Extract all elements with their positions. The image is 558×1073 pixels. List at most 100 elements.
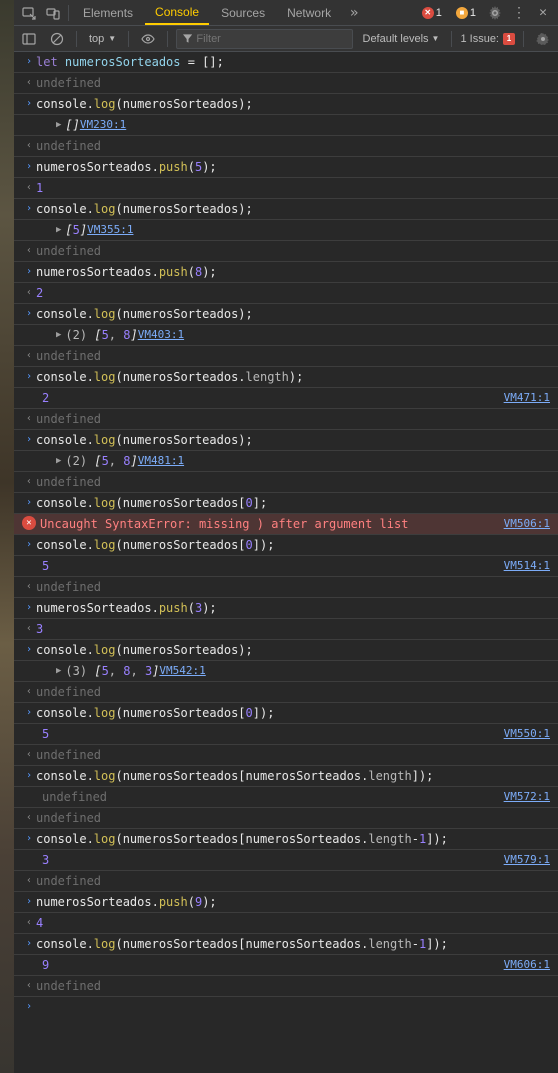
tab-elements[interactable]: Elements bbox=[73, 2, 143, 24]
console-row[interactable]: undefined bbox=[14, 409, 558, 430]
source-link[interactable]: VM542:1 bbox=[159, 663, 209, 679]
console-row[interactable]: undefined bbox=[14, 136, 558, 157]
console-row[interactable]: numerosSorteados.push(3); bbox=[14, 598, 558, 619]
log-value: 9 bbox=[36, 957, 504, 973]
console-row[interactable]: 2 bbox=[14, 283, 558, 304]
console-row[interactable]: 3VM579:1 bbox=[14, 850, 558, 871]
console-row[interactable]: 4 bbox=[14, 913, 558, 934]
more-tabs-icon[interactable]: » bbox=[343, 2, 365, 24]
console-row[interactable]: undefined bbox=[14, 346, 558, 367]
clear-console-icon[interactable] bbox=[46, 28, 68, 50]
inspect-icon[interactable] bbox=[18, 2, 40, 24]
log-code: console.log(numerosSorteados); bbox=[36, 432, 554, 448]
input-arrow-icon bbox=[22, 264, 36, 280]
console-row[interactable]: ▶(2) [5, 8]VM481:1 bbox=[14, 451, 558, 472]
console-row[interactable]: console.log(numerosSorteados.length); bbox=[14, 367, 558, 388]
output-arrow-icon bbox=[22, 621, 36, 637]
input-arrow-icon bbox=[22, 642, 36, 658]
source-link[interactable]: VM355:1 bbox=[87, 222, 137, 238]
tab-sources[interactable]: Sources bbox=[211, 2, 275, 24]
console-row[interactable]: ▶(2) [5, 8]VM403:1 bbox=[14, 325, 558, 346]
close-devtools-icon[interactable]: ✕ bbox=[532, 2, 554, 24]
expand-triangle-icon[interactable]: ▶ bbox=[56, 327, 61, 343]
source-link[interactable]: VM514:1 bbox=[504, 558, 554, 574]
console-row[interactable]: console.log(numerosSorteados[0]); bbox=[14, 535, 558, 556]
input-arrow-icon bbox=[22, 705, 36, 721]
console-row[interactable]: undefined bbox=[14, 577, 558, 598]
log-levels-selector[interactable]: Default levels ▼ bbox=[359, 33, 444, 45]
tab-console[interactable]: Console bbox=[145, 1, 209, 25]
expand-triangle-icon[interactable]: ▶ bbox=[56, 222, 61, 238]
sidebar-toggle-icon[interactable] bbox=[18, 28, 40, 50]
output-arrow-icon bbox=[22, 684, 36, 700]
input-arrow-icon bbox=[22, 537, 36, 553]
expand-triangle-icon[interactable]: ▶ bbox=[56, 117, 61, 133]
console-row[interactable]: numerosSorteados.push(8); bbox=[14, 262, 558, 283]
console-row[interactable]: undefined bbox=[14, 871, 558, 892]
console-row[interactable]: console.log(numerosSorteados[numerosSort… bbox=[14, 766, 558, 787]
settings-icon[interactable] bbox=[532, 28, 554, 50]
console-row[interactable]: numerosSorteados.push(9); bbox=[14, 892, 558, 913]
console-row[interactable]: 2VM471:1 bbox=[14, 388, 558, 409]
kebab-menu-icon[interactable]: ⋮ bbox=[508, 2, 530, 24]
console-row[interactable]: undefined bbox=[14, 976, 558, 997]
console-row[interactable]: console.log(numerosSorteados); bbox=[14, 94, 558, 115]
console-row[interactable]: ▶[]VM230:1 bbox=[14, 115, 558, 136]
context-selector[interactable]: top ▼ bbox=[85, 33, 120, 45]
console-row[interactable]: undefined bbox=[14, 682, 558, 703]
tabbar: Elements Console Sources Network » ✕1 ■1… bbox=[14, 0, 558, 26]
settings-icon[interactable] bbox=[484, 2, 506, 24]
filter-input[interactable] bbox=[196, 33, 345, 45]
console-row[interactable]: undefined bbox=[14, 241, 558, 262]
console-row[interactable]: 5VM514:1 bbox=[14, 556, 558, 577]
log-code: let numerosSorteados = []; bbox=[36, 54, 554, 70]
tab-network[interactable]: Network bbox=[277, 2, 341, 24]
source-link[interactable]: VM481:1 bbox=[138, 453, 188, 469]
console-row[interactable]: console.log(numerosSorteados[numerosSort… bbox=[14, 934, 558, 955]
console-row[interactable]: undefined bbox=[14, 808, 558, 829]
error-count-badge[interactable]: ✕1 bbox=[416, 7, 448, 19]
log-code: numerosSorteados.push(3); bbox=[36, 600, 554, 616]
console-row[interactable]: 5VM550:1 bbox=[14, 724, 558, 745]
console-log[interactable]: let numerosSorteados = [];undefinedconso… bbox=[14, 52, 558, 1073]
source-link[interactable]: VM572:1 bbox=[504, 789, 554, 805]
console-row[interactable]: 3 bbox=[14, 619, 558, 640]
filter-input-wrapper[interactable] bbox=[176, 29, 352, 49]
source-link[interactable]: VM471:1 bbox=[504, 390, 554, 406]
console-row[interactable]: undefinedVM572:1 bbox=[14, 787, 558, 808]
console-row[interactable]: 1 bbox=[14, 178, 558, 199]
warning-count-badge[interactable]: ■1 bbox=[450, 7, 482, 19]
eye-icon[interactable] bbox=[137, 28, 159, 50]
issues-badge[interactable]: 1 Issue: 1 bbox=[460, 33, 515, 45]
error-x-icon: ✕ bbox=[22, 516, 36, 530]
source-link[interactable]: VM506:1 bbox=[504, 516, 554, 532]
console-row[interactable]: console.log(numerosSorteados); bbox=[14, 430, 558, 451]
console-row[interactable]: console.log(numerosSorteados); bbox=[14, 304, 558, 325]
console-row[interactable]: console.log(numerosSorteados); bbox=[14, 199, 558, 220]
console-row[interactable]: console.log(numerosSorteados[numerosSort… bbox=[14, 829, 558, 850]
device-icon[interactable] bbox=[42, 2, 64, 24]
console-row[interactable] bbox=[14, 997, 558, 1017]
output-arrow-icon bbox=[22, 978, 36, 994]
console-row[interactable]: ▶[5]VM355:1 bbox=[14, 220, 558, 241]
source-link[interactable]: VM550:1 bbox=[504, 726, 554, 742]
expand-triangle-icon[interactable]: ▶ bbox=[56, 453, 61, 469]
log-code: undefined bbox=[36, 243, 554, 259]
source-link[interactable]: VM579:1 bbox=[504, 852, 554, 868]
console-row[interactable]: numerosSorteados.push(5); bbox=[14, 157, 558, 178]
console-row[interactable]: undefined bbox=[14, 73, 558, 94]
expand-triangle-icon[interactable]: ▶ bbox=[56, 663, 61, 679]
console-row[interactable]: undefined bbox=[14, 745, 558, 766]
console-row[interactable]: let numerosSorteados = []; bbox=[14, 52, 558, 73]
source-link[interactable]: VM230:1 bbox=[80, 117, 130, 133]
console-row[interactable]: console.log(numerosSorteados[0]); bbox=[14, 703, 558, 724]
console-row[interactable]: 9VM606:1 bbox=[14, 955, 558, 976]
source-link[interactable]: VM403:1 bbox=[138, 327, 188, 343]
console-row[interactable]: ▶(3) [5, 8, 3]VM542:1 bbox=[14, 661, 558, 682]
log-code: numerosSorteados.push(8); bbox=[36, 264, 554, 280]
console-row[interactable]: console.log(numerosSorteados); bbox=[14, 640, 558, 661]
source-link[interactable]: VM606:1 bbox=[504, 957, 554, 973]
console-row[interactable]: undefined bbox=[14, 472, 558, 493]
console-row[interactable]: console.log(numerosSorteados[0]; bbox=[14, 493, 558, 514]
console-row[interactable]: ✕Uncaught SyntaxError: missing ) after a… bbox=[14, 514, 558, 535]
